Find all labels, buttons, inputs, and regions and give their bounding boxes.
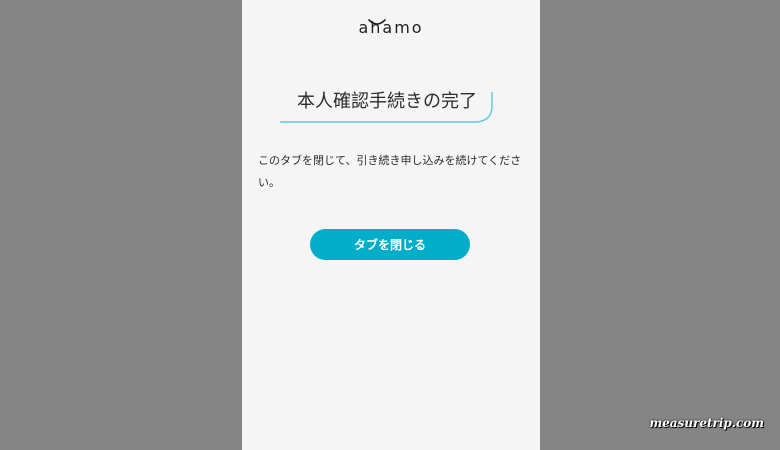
app-logo: ahamo	[242, 18, 540, 37]
screen-backdrop: ahamo 本人確認手続きの完了 このタブを閉じて、引き続き申し込みを続けてくだ…	[0, 0, 780, 450]
page-title-block: 本人確認手続きの完了	[280, 88, 494, 124]
smile-icon	[368, 19, 386, 25]
watermark-text: measuretrip.com	[649, 416, 764, 430]
title-underline-curve	[280, 92, 493, 123]
mobile-page: ahamo 本人確認手続きの完了 このタブを閉じて、引き続き申し込みを続けてくだ…	[242, 0, 540, 450]
close-tab-button[interactable]: タブを閉じる	[310, 229, 470, 260]
instruction-message: このタブを閉じて、引き続き申し込みを続けてください。	[258, 154, 522, 189]
